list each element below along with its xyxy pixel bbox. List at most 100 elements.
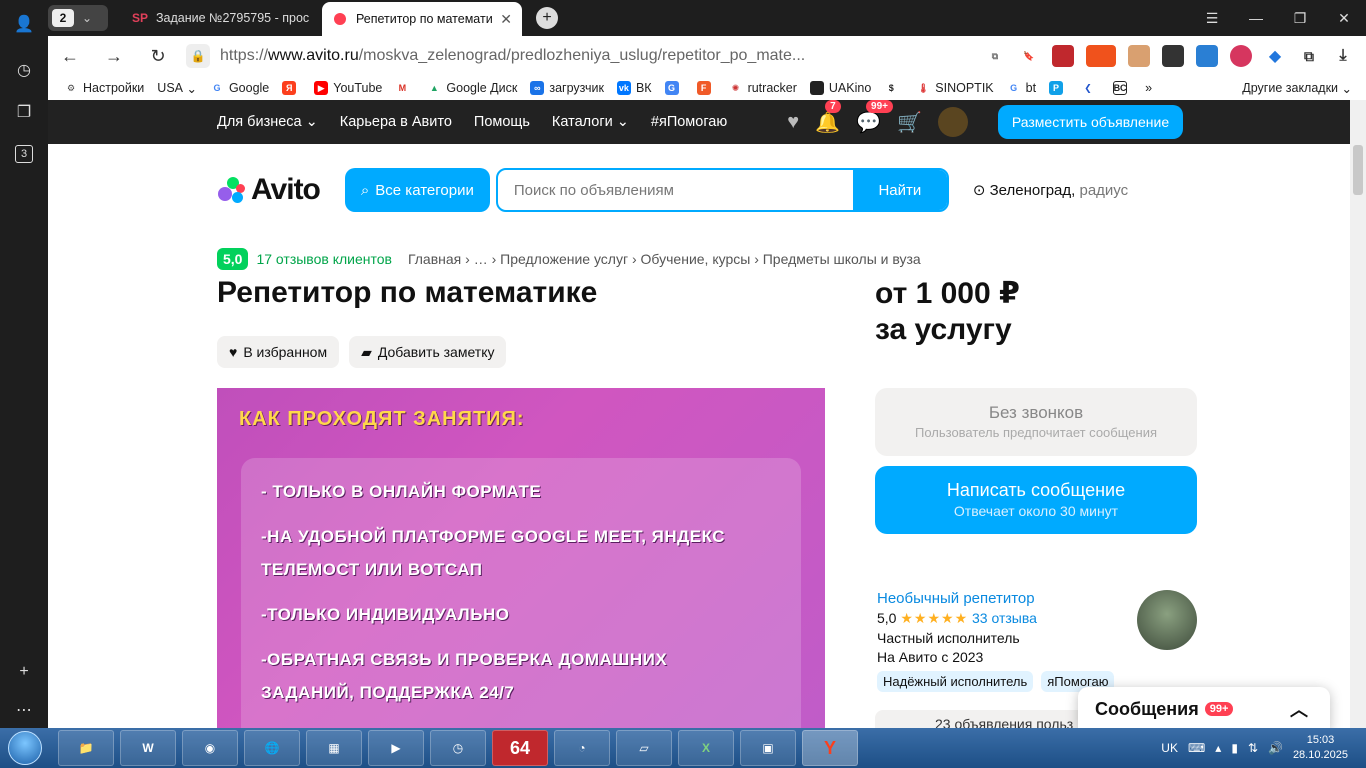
notifications-bell-icon[interactable]: 🔔 7 (815, 100, 841, 135)
reload-icon[interactable]: ↻ (136, 46, 180, 67)
language-indicator[interactable]: UK (1161, 741, 1178, 755)
nav-help[interactable]: Помощь (474, 114, 530, 130)
back-icon[interactable]: ← (48, 46, 92, 67)
bookmark-loader[interactable]: ∞ загрузчик (530, 81, 604, 95)
user-avatar[interactable] (937, 107, 968, 137)
close-tab-icon[interactable]: ✕ (500, 11, 512, 28)
taskbar-notes-icon[interactable]: ▱ (616, 730, 672, 766)
bookmark-bc[interactable]: BC (1113, 81, 1132, 95)
seller-reviews-link[interactable]: 33 отзыва (972, 610, 1037, 626)
diamond-extension-icon[interactable]: ◆ (1264, 45, 1286, 67)
ublock-icon[interactable] (1052, 45, 1074, 67)
extensions-icon[interactable]: ⧉ (1298, 45, 1320, 67)
nav-catalogs[interactable]: Каталоги ⌄ (552, 114, 629, 130)
bookmark-dollar[interactable]: $ (884, 81, 903, 95)
copy-icon[interactable]: ⧉ (984, 45, 1006, 67)
tab-groups-icon[interactable]: 3 (10, 140, 38, 168)
nav-business[interactable]: Для бизнеса ⌄ (217, 114, 318, 130)
bookmark-bt[interactable]: Gbt (1007, 81, 1036, 95)
bookmark-settings[interactable]: ⚙ Настройки (64, 81, 144, 95)
bookmark-google-drive[interactable]: ▲ Google Диск (427, 81, 517, 95)
bookmarks-overflow[interactable]: » (1145, 81, 1152, 95)
profile-icon[interactable]: 👤 (10, 10, 38, 38)
tab-task[interactable]: SP Задание №2795795 - прос (122, 1, 322, 35)
taskbar-yandex-icon[interactable]: Y (802, 730, 858, 766)
tag-reliable[interactable]: Надёжный исполнитель (877, 671, 1034, 692)
tab-avito[interactable]: Репетитор по математи ✕ (322, 2, 522, 36)
bookmark-translate[interactable]: G (664, 81, 684, 95)
bookmark-youtube[interactable]: ▶ YouTube (314, 81, 382, 95)
more-icon[interactable]: ⋯ (10, 696, 38, 724)
nav-career[interactable]: Карьера в Авито (340, 114, 452, 130)
bookmark-f[interactable]: F (696, 81, 716, 95)
favorites-heart-icon[interactable]: ♥ (787, 111, 799, 134)
search-button[interactable]: Найти (852, 170, 947, 210)
dark-extension-icon[interactable] (1162, 45, 1184, 67)
clock[interactable]: 15:03 28.10.2025 (1293, 733, 1348, 763)
scrollbar-thumb[interactable] (1353, 145, 1363, 195)
bookmark-google[interactable]: G Google (210, 81, 269, 95)
bookmark-icon[interactable]: 🔖 (1018, 45, 1040, 67)
taskbar-clock-icon[interactable]: ◷ (430, 730, 486, 766)
bookmark-uakino[interactable]: UAKino (809, 81, 871, 95)
messages-popup[interactable]: Сообщения 99+ ︿ (1078, 687, 1330, 728)
taskbar-media-icon[interactable]: ▶ (368, 730, 424, 766)
history-icon[interactable]: ◷ (10, 56, 38, 84)
seller-avatar[interactable] (1137, 590, 1197, 650)
chevron-up-icon[interactable]: ︿ (1290, 696, 1308, 722)
bookmark-vk[interactable]: vk ВК (616, 81, 652, 95)
bookmark-usa[interactable]: USA ⌄ (157, 81, 197, 96)
taskbar-64-icon[interactable]: 64 (492, 730, 548, 766)
listing-photo[interactable]: КАК ПРОХОДЯТ ЗАНЯТИЯ: - ТОЛЬКО В ОНЛАЙН … (217, 388, 825, 728)
taskbar-monitor-icon[interactable]: ▣ (740, 730, 796, 766)
add-panel-icon[interactable]: + (10, 658, 38, 686)
bookmark-sinoptik[interactable]: 🌡 SINOPTIK (916, 81, 994, 95)
bookmark-p[interactable]: P (1049, 81, 1068, 95)
post-ad-button[interactable]: Разместить объявление (997, 105, 1184, 139)
other-bookmarks[interactable]: Другие закладки ⌄ (1242, 81, 1352, 96)
taskbar-chart-icon[interactable]: ◔ (554, 730, 610, 766)
keyboard-icon[interactable]: ⌨ (1188, 741, 1205, 755)
reviews-link[interactable]: 17 отзывов клиентов (256, 251, 392, 267)
search-input[interactable]: Поиск по объявлениям (498, 170, 853, 210)
taskbar-chrome-icon[interactable]: ◉ (182, 730, 238, 766)
start-button[interactable] (0, 728, 50, 768)
forward-icon[interactable]: → (92, 46, 136, 67)
bookmark-gmail[interactable]: M (395, 81, 414, 95)
close-window-icon[interactable]: ✕ (1322, 10, 1366, 27)
bookmark-yandex[interactable]: Я (282, 81, 301, 95)
messages-icon[interactable]: 💬 99+ (856, 100, 894, 135)
download-icon[interactable]: ⤓ (1332, 45, 1354, 67)
taskbar-globe-icon[interactable]: 🌐 (244, 730, 300, 766)
write-message-button[interactable]: Написать сообщение Отвечает около 30 мин… (875, 466, 1197, 534)
lock-icon[interactable]: 🔒 (186, 44, 210, 68)
volume-icon[interactable]: 🔊 (1268, 741, 1283, 755)
network-icon[interactable]: ⇅ (1248, 741, 1258, 755)
taskbar-ww-icon[interactable]: W (120, 730, 176, 766)
nav-ya-pomogayu[interactable]: #яПомогаю (651, 114, 727, 130)
minimize-icon[interactable]: — (1234, 10, 1278, 27)
tab-counter[interactable]: 2 ⌄ (48, 5, 108, 31)
add-note-button[interactable]: ▰ Добавить заметку (349, 336, 507, 368)
ublock-origin-icon[interactable] (1230, 45, 1252, 67)
taskbar-explorer-icon[interactable]: 📁 (58, 730, 114, 766)
avito-logo[interactable]: Avito (217, 173, 321, 207)
speedtest-icon[interactable] (1086, 45, 1116, 67)
location-selector[interactable]: ⊙ Зеленоград, радиус (973, 181, 1128, 199)
restore-icon[interactable]: ❐ (1278, 10, 1322, 27)
collections-icon[interactable]: ❐ (10, 98, 38, 126)
bookmark-chevron[interactable]: ❮ (1081, 81, 1100, 95)
menu-icon[interactable]: ☰ (1190, 10, 1234, 27)
avatar-extension-icon[interactable] (1128, 45, 1150, 67)
bookmark-rutracker[interactable]: ✺ rutracker (729, 81, 797, 95)
new-tab-button[interactable]: + (536, 7, 558, 29)
tray-expand-icon[interactable]: ▴ (1215, 741, 1221, 755)
page-scrollbar[interactable] (1350, 100, 1366, 728)
cart-icon[interactable]: 🛒 (897, 110, 922, 135)
breadcrumb-path[interactable]: Главная › … › Предложение услуг › Обучен… (408, 251, 921, 267)
favorite-button[interactable]: ♥ В избранном (217, 336, 340, 368)
taskbar-calc-icon[interactable]: ▦ (306, 730, 362, 766)
battery-icon[interactable]: ▮ (1231, 741, 1238, 755)
taskbar-excel-icon[interactable]: X (678, 730, 734, 766)
calendar-extension-icon[interactable] (1196, 45, 1218, 67)
